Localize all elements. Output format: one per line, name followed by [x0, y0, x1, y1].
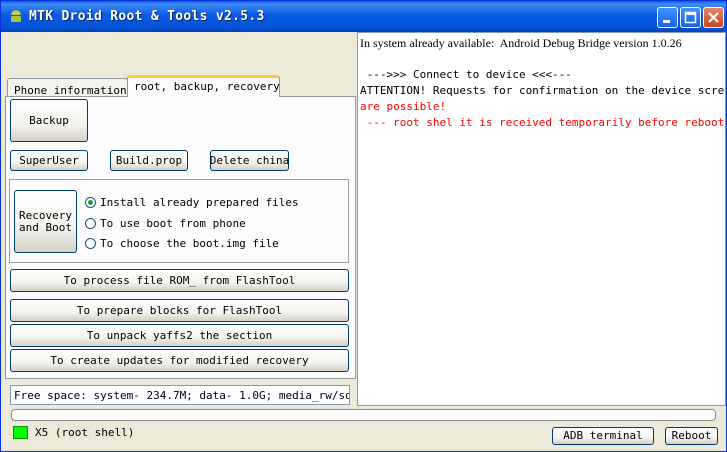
create-updates-button[interactable]: To create updates for modified recovery	[10, 349, 349, 372]
radio-choose-boot-img[interactable]: To choose the boot.img file	[85, 237, 279, 250]
free-space-field[interactable]: Free space: system- 234.7M; data- 1.0G; …	[10, 385, 350, 405]
log-line: ATTENTION! Requests for confirmation on …	[360, 84, 726, 97]
tab-root-backup-recovery[interactable]: root, backup, recovery	[127, 75, 280, 97]
backup-button[interactable]: Backup	[10, 99, 88, 142]
recovery-boot-group: Recovery and Boot Install already prepar…	[9, 179, 349, 263]
reboot-button[interactable]: Reboot	[665, 427, 718, 445]
close-icon	[708, 12, 719, 23]
maximize-icon	[684, 11, 697, 24]
root-status-indicator	[13, 426, 28, 439]
close-button[interactable]	[703, 7, 724, 28]
minimize-icon	[663, 20, 670, 23]
unpack-yaffs2-button[interactable]: To unpack yaffs2 the section	[10, 324, 349, 347]
log-output[interactable]: In system already available: Android Deb…	[357, 32, 726, 406]
progress-bar	[11, 409, 716, 421]
adb-terminal-button[interactable]: ADB terminal	[552, 427, 654, 445]
log-line: In system already available: Android Deb…	[360, 36, 682, 50]
maximize-button[interactable]	[680, 7, 701, 28]
android-icon	[11, 10, 21, 22]
radio-label: To choose the boot.img file	[100, 237, 279, 250]
radio-install-prepared[interactable]: Install already prepared files	[85, 196, 299, 209]
log-line-warning: --- root shel it is received temporarily…	[360, 116, 726, 129]
delete-china-button[interactable]: Delete china	[210, 150, 289, 171]
radio-label: To use boot from phone	[100, 217, 246, 230]
radio-icon	[85, 238, 96, 249]
tab-label: root, backup, recovery	[134, 80, 280, 93]
radio-label: Install already prepared files	[100, 196, 299, 209]
radio-checked-icon	[85, 197, 96, 208]
minimize-button[interactable]	[657, 7, 678, 28]
window-title: MTK Droid Root & Tools v2.5.3	[29, 9, 265, 24]
superuser-button[interactable]: SuperUser	[10, 150, 88, 171]
recovery-and-boot-button[interactable]: Recovery and Boot	[14, 190, 77, 253]
buildprop-button[interactable]: Build.prop	[110, 150, 188, 171]
radio-icon	[85, 218, 96, 229]
radio-boot-from-phone[interactable]: To use boot from phone	[85, 217, 246, 230]
prepare-blocks-button[interactable]: To prepare blocks for FlashTool	[10, 299, 349, 322]
main-window: MTK Droid Root & Tools v2.5.3 Phone info…	[0, 0, 727, 452]
device-status-text: X5 (root shell)	[35, 426, 135, 439]
process-rom-button[interactable]: To process file ROM_ from FlashTool	[10, 269, 349, 292]
tab-page-root: Backup SuperUser Build.prop Delete china…	[5, 96, 356, 379]
log-line: --->>> Connect to device <<<---	[360, 68, 572, 81]
tab-phone-information[interactable]: Phone information	[7, 78, 128, 98]
log-line-warning: are possible!	[360, 100, 447, 113]
title-bar[interactable]: MTK Droid Root & Tools v2.5.3	[1, 1, 726, 32]
